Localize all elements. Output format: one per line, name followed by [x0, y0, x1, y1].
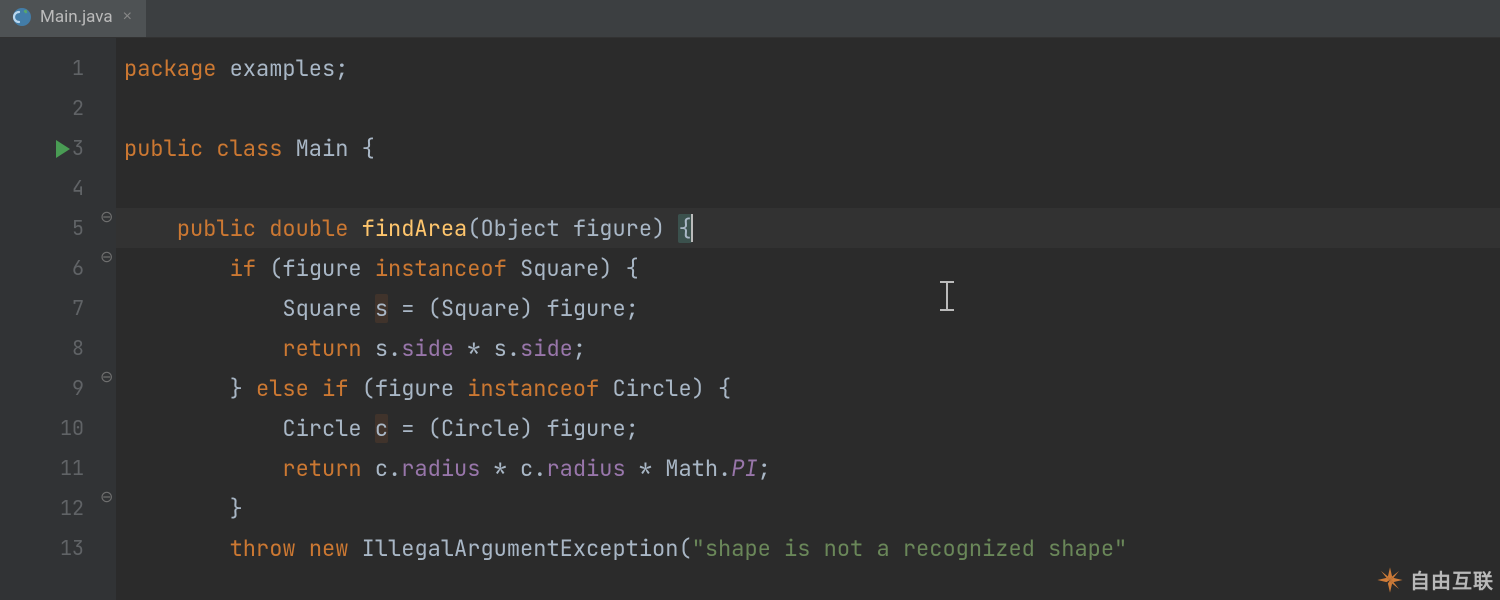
code-line[interactable] — [116, 168, 1500, 208]
starburst-icon — [1376, 566, 1404, 594]
close-icon[interactable]: × — [121, 8, 134, 26]
code-line[interactable]: Circle c = (Circle) figure; — [116, 408, 1500, 448]
code-line[interactable]: } — [116, 488, 1500, 528]
tab-bar: Main.java × — [0, 0, 1500, 38]
line-number: 5 — [0, 208, 96, 248]
text-caret — [691, 214, 693, 242]
line-number: 6 — [0, 248, 96, 288]
tab-label: Main.java — [40, 7, 113, 27]
line-number: 7 — [0, 288, 96, 328]
line-number: 2 — [0, 88, 96, 128]
code-line[interactable]: public double findArea(Object figure) { — [116, 208, 1500, 248]
line-number-gutter: 1 2 3 4 5 6 7 8 9 10 11 12 13 — [0, 38, 96, 600]
tab-main-java[interactable]: Main.java × — [0, 0, 146, 37]
code-line[interactable]: Square s = (Square) figure; — [116, 288, 1500, 328]
code-line[interactable]: package examples; — [116, 48, 1500, 88]
code-line[interactable]: if (figure instanceof Square) { — [116, 248, 1500, 288]
line-number: 10 — [0, 408, 96, 448]
code-area[interactable]: package examples; public class Main { pu… — [116, 38, 1500, 600]
line-number: 8 — [0, 328, 96, 368]
line-number: 4 — [0, 168, 96, 208]
code-line[interactable]: return c.radius * c.radius * Math.PI; — [116, 448, 1500, 488]
fold-toggle[interactable]: ⊖ — [100, 370, 112, 386]
code-line[interactable]: return s.side * s.side; — [116, 328, 1500, 368]
code-line[interactable]: public class Main { — [116, 128, 1500, 168]
fold-toggle[interactable]: ⊖ — [100, 250, 112, 266]
java-class-icon — [12, 7, 32, 27]
code-line[interactable]: throw new IllegalArgumentException("shap… — [116, 528, 1500, 568]
line-number: 12 — [0, 488, 96, 528]
fold-gutter: ⊖ ⊖ ⊖ ⊖ — [96, 38, 116, 600]
line-number: 3 — [0, 128, 96, 168]
editor: 1 2 3 4 5 6 7 8 9 10 11 12 13 ⊖ ⊖ ⊖ ⊖ pa… — [0, 38, 1500, 600]
line-number: 13 — [0, 528, 96, 568]
i-beam-cursor-icon — [946, 283, 948, 309]
line-number: 11 — [0, 448, 96, 488]
fold-toggle[interactable]: ⊖ — [100, 490, 112, 506]
watermark-text: 自由互联 — [1410, 565, 1494, 594]
line-number: 9 — [0, 368, 96, 408]
run-icon[interactable] — [56, 140, 70, 158]
code-line[interactable] — [116, 88, 1500, 128]
fold-toggle[interactable]: ⊖ — [100, 210, 112, 226]
line-number: 1 — [0, 48, 96, 88]
watermark: 自由互联 — [1376, 565, 1494, 594]
code-line[interactable]: } else if (figure instanceof Circle) { — [116, 368, 1500, 408]
